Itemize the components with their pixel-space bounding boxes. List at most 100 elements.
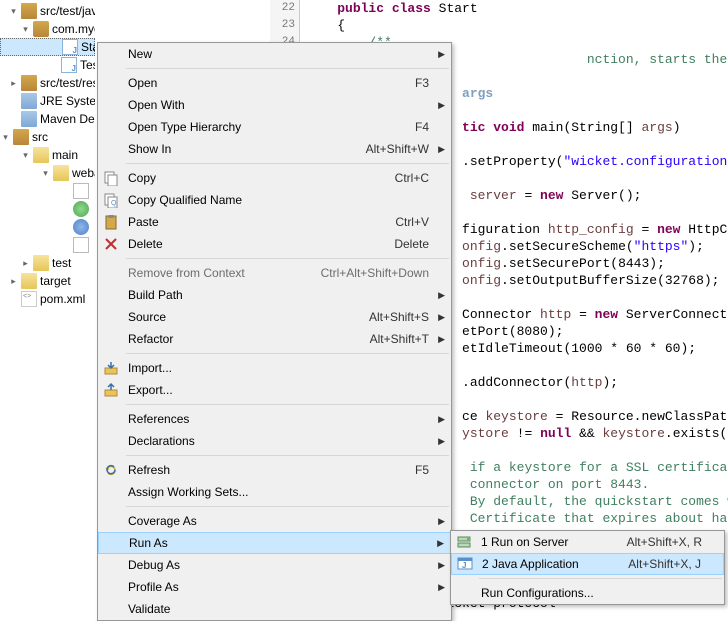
menu-item[interactable]: CopyCtrl+C: [98, 167, 451, 189]
menu-separator: [126, 163, 449, 164]
tree-item-label: src/test/resources: [40, 76, 95, 90]
menu-item-label: Open With: [124, 98, 451, 112]
menu-item[interactable]: Profile As▶: [98, 576, 451, 598]
menu-item[interactable]: RefactorAlt+Shift+T▶: [98, 328, 451, 350]
project-tree[interactable]: ▾src/test/java▾com.mycompanyStart.java Te…: [0, 0, 95, 616]
menu-item[interactable]: Validate: [98, 598, 451, 620]
delete-icon: [98, 236, 124, 252]
menu-item[interactable]: Import...: [98, 357, 451, 379]
menu-item[interactable]: Build Path▶: [98, 284, 451, 306]
javaapp-icon: J: [452, 556, 478, 572]
tree-item[interactable]: ▾src: [0, 128, 95, 146]
tree-item[interactable]: ▸test: [0, 254, 95, 272]
menu-item-label: Profile As: [124, 580, 451, 594]
code-line[interactable]: public class Start: [306, 0, 722, 17]
menu-item[interactable]: PasteCtrl+V: [98, 211, 451, 233]
expand-icon[interactable]: [60, 222, 71, 233]
submenu-arrow-icon: ▶: [438, 414, 445, 425]
tree-item[interactable]: TestHomePage: [0, 56, 95, 74]
expand-icon[interactable]: ▾: [0, 132, 11, 143]
menu-item-label: Source: [124, 310, 369, 324]
menu-item[interactable]: Show InAlt+Shift+W▶: [98, 138, 451, 160]
tree-item-label: pom.xml: [40, 292, 85, 306]
menu-item[interactable]: QCopy Qualified Name: [98, 189, 451, 211]
tree-item-label: TestHomePage: [80, 58, 95, 72]
menu-item-label: Open: [124, 76, 415, 90]
menu-item[interactable]: Declarations▶: [98, 430, 451, 452]
submenu-item[interactable]: Run Configurations...: [451, 582, 724, 604]
expand-icon[interactable]: ▸: [20, 258, 31, 269]
menu-item[interactable]: References▶: [98, 408, 451, 430]
expand-icon[interactable]: [60, 186, 71, 197]
tree-item[interactable]: ▸target: [0, 272, 95, 290]
menu-item[interactable]: OpenF3: [98, 72, 451, 94]
tree-item[interactable]: ▾main: [0, 146, 95, 164]
menu-item[interactable]: Run As▶: [98, 532, 451, 554]
submenu-arrow-icon: ▶: [438, 516, 445, 527]
tree-item[interactable]: ▾src/test/java: [0, 2, 95, 20]
code-line[interactable]: {: [306, 17, 722, 34]
expand-icon[interactable]: [48, 60, 59, 71]
menu-separator: [126, 258, 449, 259]
refresh-icon: [98, 462, 124, 478]
menu-item-label: Build Path: [124, 288, 451, 302]
expand-icon[interactable]: ▾: [20, 150, 31, 161]
menu-item[interactable]: SourceAlt+Shift+S▶: [98, 306, 451, 328]
lib-icon: [21, 93, 37, 109]
java-icon: [61, 57, 77, 73]
menu-item[interactable]: DeleteDelete: [98, 233, 451, 255]
expand-icon[interactable]: [8, 114, 19, 125]
tree-item[interactable]: [0, 200, 95, 218]
tree-item[interactable]: pom.xml: [0, 290, 95, 308]
submenu-item-label: 2 Java Application: [478, 557, 628, 571]
menu-item[interactable]: Open Type HierarchyF4: [98, 116, 451, 138]
expand-icon[interactable]: ▸: [8, 78, 19, 89]
svg-text:Q: Q: [111, 200, 117, 207]
lib-icon: [21, 111, 37, 127]
menu-item[interactable]: New▶: [98, 43, 451, 65]
tree-item[interactable]: ▾webapp: [0, 164, 95, 182]
tree-item[interactable]: [0, 218, 95, 236]
submenu-arrow-icon: ▶: [437, 538, 444, 549]
tree-item[interactable]: [0, 182, 95, 200]
tree-item[interactable]: JRE System Library: [0, 92, 95, 110]
context-menu[interactable]: New▶OpenF3Open With▶Open Type HierarchyF…: [97, 42, 452, 621]
menu-item[interactable]: Open With▶: [98, 94, 451, 116]
menu-item-label: Open Type Hierarchy: [124, 120, 415, 134]
menu-separator: [126, 404, 449, 405]
menu-item-label: Refactor: [124, 332, 370, 346]
menu-item[interactable]: Coverage As▶: [98, 510, 451, 532]
expand-icon[interactable]: [8, 96, 19, 107]
menu-item[interactable]: Export...: [98, 379, 451, 401]
tree-item[interactable]: Start.java: [0, 38, 95, 56]
tree-item[interactable]: ▸ src/test/resources: [0, 74, 95, 92]
expand-icon[interactable]: [60, 240, 71, 251]
menu-item[interactable]: Debug As▶: [98, 554, 451, 576]
menu-accelerator: F3: [415, 76, 451, 90]
menu-item-label: Declarations: [124, 434, 451, 448]
tree-item[interactable]: Maven Dependencies: [0, 110, 95, 128]
menu-item-label: Run As: [125, 536, 450, 550]
xml-icon: [21, 291, 37, 307]
submenu-item[interactable]: J2 Java ApplicationAlt+Shift+X, J: [451, 553, 724, 575]
menu-accelerator: Ctrl+V: [395, 215, 451, 229]
expand-icon[interactable]: [8, 294, 19, 305]
submenu-arrow-icon: ▶: [438, 49, 445, 60]
submenu-item[interactable]: 1 Run on ServerAlt+Shift+X, R: [451, 531, 724, 553]
folder-icon: [33, 147, 49, 163]
expand-icon[interactable]: ▾: [40, 168, 51, 179]
expand-icon[interactable]: ▾: [20, 24, 31, 35]
tree-item[interactable]: ▾com.mycompany: [0, 20, 95, 38]
tree-item[interactable]: [0, 236, 95, 254]
menu-item-label: Coverage As: [124, 514, 451, 528]
menu-item[interactable]: RefreshF5: [98, 459, 451, 481]
menu-item: Remove from ContextCtrl+Alt+Shift+Down: [98, 262, 451, 284]
folder-icon: [53, 165, 69, 181]
expand-icon[interactable]: [49, 42, 60, 53]
expand-icon[interactable]: ▾: [8, 6, 19, 17]
java-icon: [62, 39, 78, 55]
run-as-submenu[interactable]: 1 Run on ServerAlt+Shift+X, RJ2 Java App…: [450, 530, 725, 605]
expand-icon[interactable]: [60, 204, 71, 215]
expand-icon[interactable]: ▸: [8, 276, 19, 287]
menu-item[interactable]: Assign Working Sets...: [98, 481, 451, 503]
